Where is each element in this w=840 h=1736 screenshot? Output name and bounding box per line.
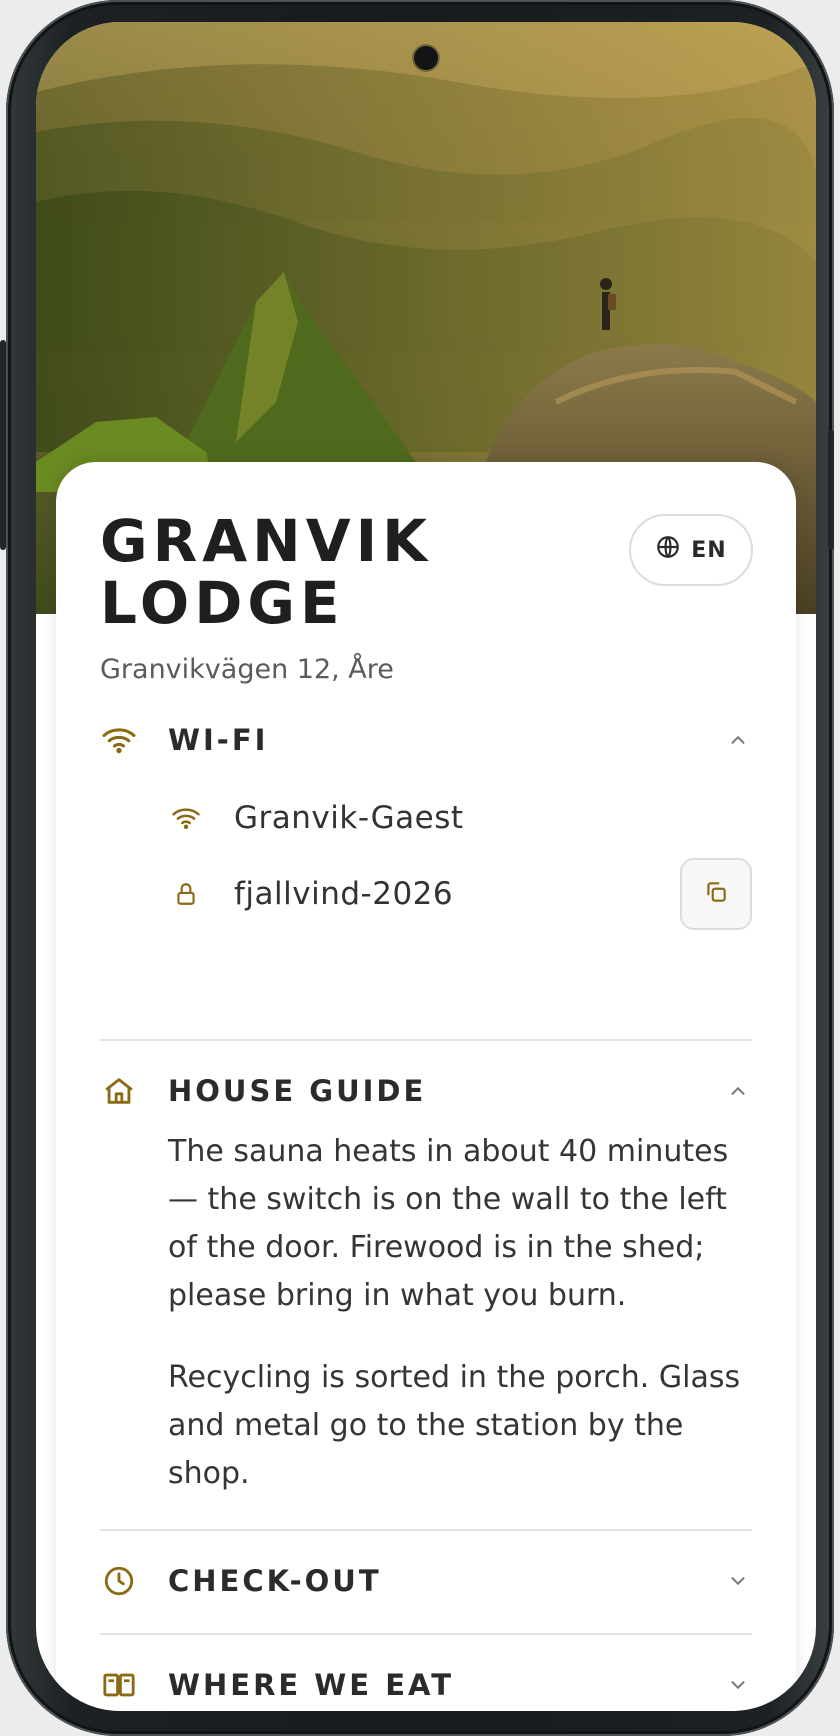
house-guide-paragraph: The sauna heats in about 40 minutes — th… bbox=[168, 1134, 729, 1313]
section-title: WI-FI bbox=[168, 723, 269, 757]
lock-icon bbox=[168, 876, 204, 912]
wifi-password-row: fjallvind-2026 bbox=[168, 858, 752, 930]
wifi-network-name: Granvik-Gaest bbox=[234, 800, 464, 836]
phone-side-button bbox=[0, 340, 6, 550]
house-guide-section: HOUSE GUIDE bbox=[100, 1056, 752, 1126]
page-title: GRANVIK LODGE bbox=[100, 507, 433, 637]
wifi-icon bbox=[168, 800, 204, 836]
globe-icon bbox=[655, 534, 681, 566]
chevron-up-icon bbox=[724, 726, 752, 754]
section-title: WHERE WE EAT bbox=[168, 1668, 454, 1702]
phone-frame: GRANVIK LODGE Granvikvägen 12, Åre EN WI… bbox=[0, 0, 834, 1736]
wifi-section-header[interactable]: WI-FI bbox=[100, 705, 752, 775]
book-icon bbox=[100, 1666, 138, 1704]
lodge-card: GRANVIK LODGE Granvikvägen 12, Åre EN WI… bbox=[56, 462, 796, 1711]
section-divider bbox=[100, 1039, 752, 1041]
home-icon bbox=[100, 1072, 138, 1110]
chevron-up-icon bbox=[724, 1077, 752, 1105]
clock-icon bbox=[100, 1562, 138, 1600]
house-guide-section-header[interactable]: HOUSE GUIDE bbox=[100, 1056, 752, 1126]
section-divider bbox=[100, 1633, 752, 1635]
checkout-section-header[interactable]: CHECK-OUT bbox=[100, 1546, 752, 1616]
wifi-icon bbox=[100, 721, 138, 759]
section-title: HOUSE GUIDE bbox=[168, 1074, 427, 1108]
language-label: EN bbox=[691, 537, 727, 563]
screen: GRANVIK LODGE Granvikvägen 12, Åre EN WI… bbox=[36, 22, 816, 1711]
checkout-section: CHECK-OUT bbox=[100, 1546, 752, 1616]
where-we-eat-section: WHERE WE EAT bbox=[100, 1650, 752, 1711]
wifi-password: fjallvind-2026 bbox=[234, 876, 454, 912]
section-divider bbox=[100, 1529, 752, 1531]
copy-icon bbox=[703, 879, 729, 909]
address: Granvikvägen 12, Åre bbox=[100, 654, 394, 685]
chevron-down-icon bbox=[724, 1671, 752, 1699]
front-camera bbox=[414, 46, 438, 70]
wifi-section: WI-FI bbox=[100, 705, 752, 775]
house-guide-paragraph: Recycling is sorted in the porch. Glass … bbox=[168, 1360, 741, 1491]
copy-password-button[interactable] bbox=[680, 858, 752, 930]
language-button[interactable]: EN bbox=[629, 514, 753, 586]
wifi-network-row: Granvik-Gaest bbox=[168, 782, 752, 854]
phone-side-button bbox=[828, 430, 834, 550]
section-title: CHECK-OUT bbox=[168, 1564, 382, 1598]
chevron-down-icon bbox=[724, 1567, 752, 1595]
where-we-eat-section-header[interactable]: WHERE WE EAT bbox=[100, 1650, 752, 1711]
